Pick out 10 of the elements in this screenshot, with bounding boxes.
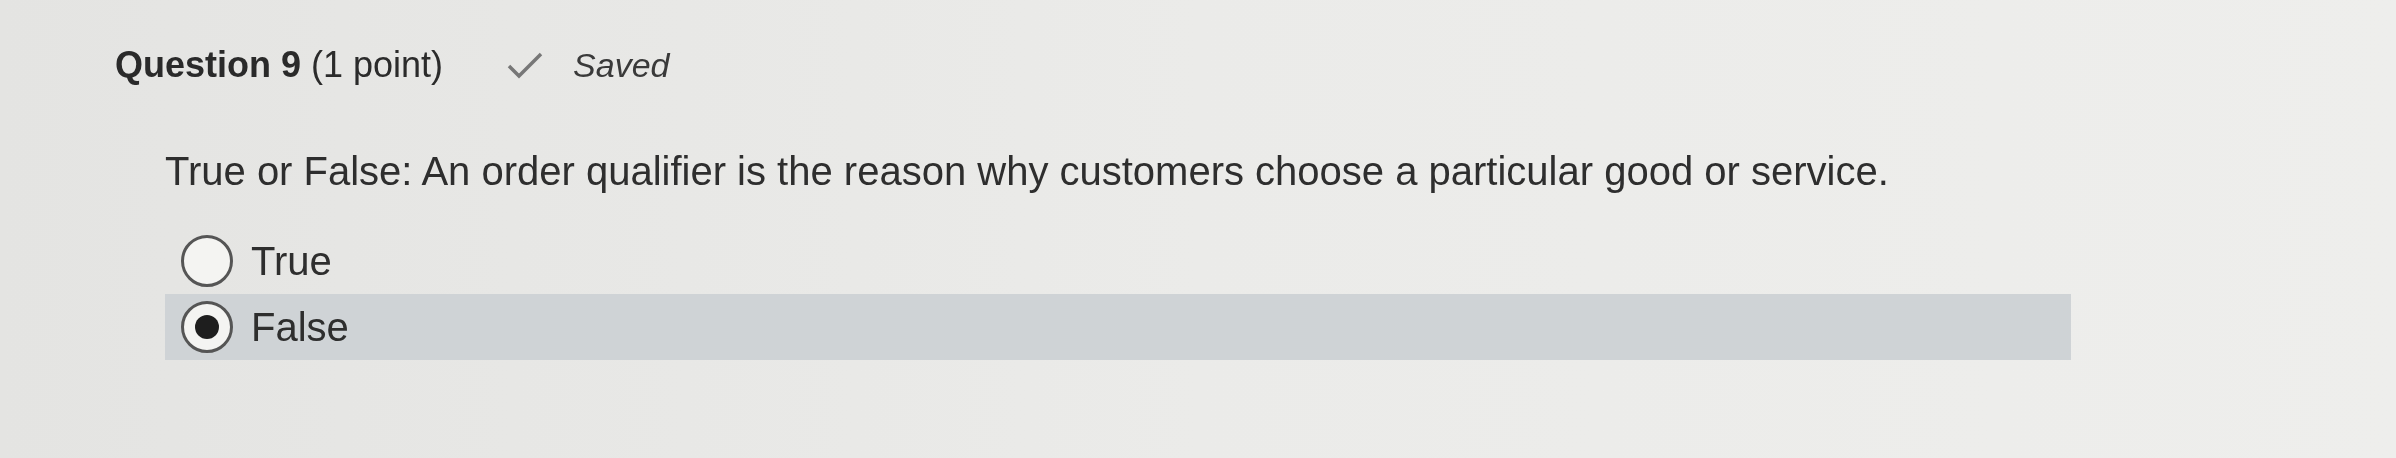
answer-option[interactable]: False — [165, 294, 2071, 360]
radio-button[interactable] — [181, 301, 233, 353]
answer-option[interactable]: True — [165, 228, 2071, 294]
question-points: (1 point) — [311, 44, 444, 86]
option-label: True — [251, 238, 332, 284]
question-prompt: True or False: An order qualifier is the reason why customers choose a particular good or service. — [165, 148, 1890, 195]
question-title: Question 9 — [115, 44, 302, 86]
saved-status: Saved — [573, 45, 670, 85]
option-label: False — [251, 304, 349, 350]
radio-button[interactable] — [181, 235, 233, 287]
